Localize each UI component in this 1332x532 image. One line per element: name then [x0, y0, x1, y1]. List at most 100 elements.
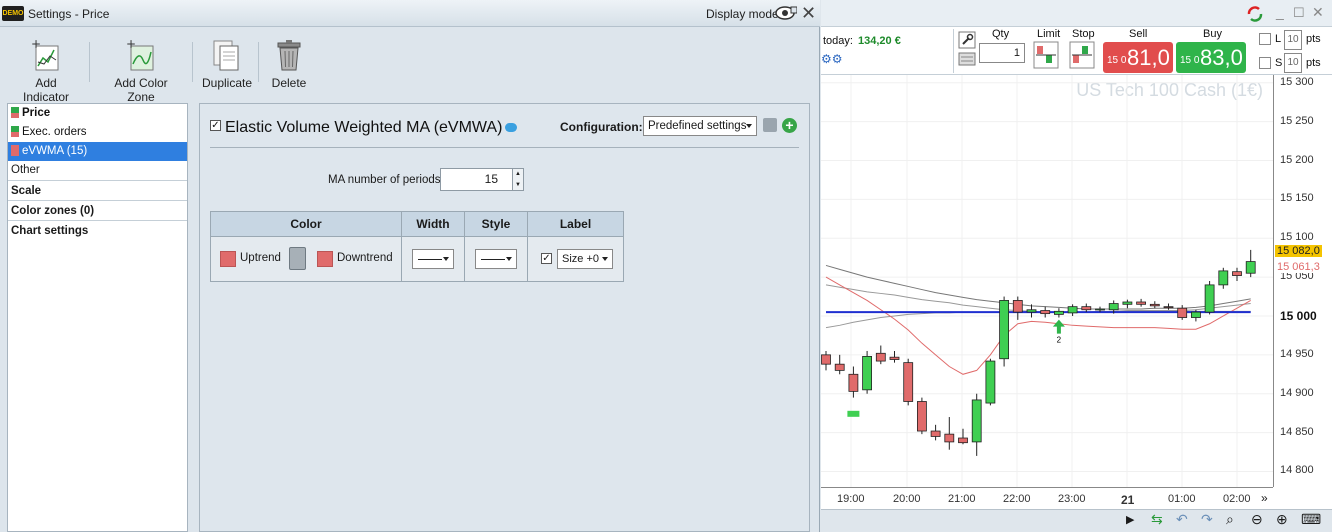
- keyboard-shortcuts-icon[interactable]: ⌨: [1301, 511, 1321, 528]
- uptrend-color-swatch[interactable]: [220, 251, 236, 267]
- color-cell: Uptrend Downtrend: [211, 237, 402, 281]
- candlestick: [1218, 267, 1229, 289]
- configuration-select[interactable]: Predefined settings: [643, 116, 757, 136]
- time-axis-tick: 22:00: [1003, 493, 1031, 505]
- add-color-zone-label: Add Color Zone: [114, 76, 168, 104]
- minimize-icon[interactable]: _: [1276, 4, 1284, 20]
- scroll-right-icon[interactable]: ▶: [1126, 513, 1134, 526]
- qty-input[interactable]: 1: [979, 43, 1025, 63]
- add-indicator-button[interactable]: + Add Indicator: [12, 38, 80, 104]
- tree-item-label: eVWMA (15): [22, 145, 88, 157]
- buy-order-marker-icon[interactable]: [1052, 319, 1065, 334]
- settings-gears-icon[interactable]: ⚙⚙: [821, 52, 843, 66]
- label-size-select[interactable]: Size +0: [557, 249, 613, 269]
- undo-icon[interactable]: ↶: [1176, 511, 1188, 528]
- delete-button[interactable]: Delete: [270, 38, 308, 90]
- width-cell: [402, 237, 465, 281]
- close-window-icon[interactable]: ✕: [1312, 4, 1324, 21]
- configuration-value: Predefined settings: [648, 120, 747, 132]
- redo-icon[interactable]: ↷: [1201, 511, 1213, 528]
- tree-item-other[interactable]: Other: [8, 161, 187, 180]
- add-config-icon[interactable]: +: [782, 118, 797, 133]
- link-colors-icon[interactable]: [289, 247, 306, 270]
- candle-body: [862, 356, 872, 391]
- s-checkbox[interactable]: [1259, 57, 1271, 69]
- uptrend-label: Uptrend: [240, 252, 281, 264]
- sell-label: Sell: [1129, 28, 1148, 40]
- trash-icon: [277, 40, 301, 71]
- refresh-icon[interactable]: [1245, 4, 1265, 24]
- display-mode-label[interactable]: Display mode: [706, 7, 779, 21]
- indicator-line: [825, 264, 1251, 310]
- save-icon[interactable]: [763, 118, 777, 132]
- stepper-down-icon[interactable]: ▼: [513, 180, 523, 191]
- zoom-out-icon[interactable]: ⊖: [1251, 511, 1263, 528]
- qty-label: Qty: [992, 28, 1010, 40]
- keyboard-icon[interactable]: [958, 52, 976, 66]
- buy-label: Buy: [1203, 28, 1222, 40]
- svg-text:+: +: [31, 38, 41, 51]
- trading-window: _ ☐ ✕ today: 134,20 € ⚙⚙ Qty 1 Limit Sto…: [821, 0, 1332, 532]
- limit-order-icon[interactable]: [1033, 41, 1059, 69]
- indicator-enabled-checkbox[interactable]: ✓: [210, 120, 221, 132]
- stepper-up-icon[interactable]: ▲: [513, 169, 523, 180]
- width-select[interactable]: [412, 249, 454, 269]
- wrench-icon[interactable]: [958, 31, 976, 49]
- candle-body: [1067, 306, 1078, 314]
- candlestick: [917, 397, 927, 435]
- add-color-zone-button[interactable]: + Add Color Zone: [100, 38, 182, 104]
- downtrend-color-swatch[interactable]: [317, 251, 333, 267]
- buy-button[interactable]: 15 0 83,0: [1176, 42, 1246, 73]
- l-checkbox[interactable]: [1259, 33, 1271, 45]
- candle-body: [917, 401, 927, 432]
- close-icon[interactable]: ✕: [801, 3, 816, 24]
- fit-icon[interactable]: ⇆: [1151, 511, 1163, 528]
- tree-item-evwma[interactable]: eVWMA (15): [8, 142, 187, 161]
- dialog-titlebar: DEMO Settings - Price Display mode ✕: [0, 0, 820, 27]
- style-cell: [465, 237, 528, 281]
- price-axis-tick: 14 850: [1280, 425, 1314, 438]
- style-table: Color Width Style Label Uptrend Downtren…: [210, 211, 624, 282]
- price-axis[interactable]: 15 300 15 250 15 200 15 150 15 100 15 050 15 0…: [1273, 75, 1332, 487]
- chevron-down-icon: [746, 124, 752, 128]
- candle-body: [1190, 311, 1201, 318]
- candlestick: [1232, 267, 1242, 281]
- s-pts-input[interactable]: 10: [1284, 53, 1302, 73]
- tree-section-color-zones[interactable]: Color zones (0): [8, 200, 187, 220]
- price-axis-tick: 14 800: [1280, 464, 1314, 477]
- ma-periods-stepper[interactable]: ▲ ▼: [512, 168, 524, 191]
- l-pts-input[interactable]: 10: [1284, 30, 1302, 50]
- time-axis-tick: 20:00: [893, 493, 921, 505]
- price-chart[interactable]: US Tech 100 Cash (1€) 2: [821, 75, 1273, 487]
- ma-periods-input[interactable]: 15: [440, 168, 514, 191]
- maximize-icon[interactable]: ☐: [1293, 5, 1305, 21]
- candlestick: [889, 350, 900, 363]
- dialog-toolbar: + Add Indicator + Add Color Zone Duplica…: [0, 28, 820, 104]
- display-mode-eye-icon[interactable]: [775, 5, 797, 21]
- candle-body: [944, 433, 955, 443]
- candlestick: [903, 358, 914, 406]
- tree-section-chart-settings[interactable]: Chart settings: [8, 220, 187, 240]
- style-select[interactable]: [475, 249, 517, 269]
- tree-item-exec-orders[interactable]: Exec. orders: [8, 123, 187, 142]
- chart-scrollbar[interactable]: ▶ ⇆ ↶ ↷ ⌕ ⊖ ⊕ ⌨: [821, 509, 1332, 532]
- scroll-forward-icon[interactable]: »: [1261, 491, 1268, 505]
- trading-titlebar: _ ☐ ✕: [821, 0, 1332, 27]
- time-axis[interactable]: 19:00 20:00 21:00 22:00 23:00 21 01:00 02:00 »: [821, 487, 1273, 509]
- candle-body: [985, 360, 996, 404]
- stop-order-icon[interactable]: [1069, 41, 1095, 69]
- tree-item-price[interactable]: Price: [8, 104, 187, 123]
- zoom-box-icon[interactable]: ⌕: [1226, 511, 1234, 528]
- sell-button[interactable]: 15 0 81,0: [1103, 42, 1173, 73]
- label-checkbox[interactable]: ✓: [541, 253, 552, 264]
- candle-body: [1204, 284, 1215, 313]
- duplicate-button[interactable]: Duplicate: [202, 38, 252, 90]
- candlestick: [821, 350, 831, 371]
- tree-section-scale[interactable]: Scale: [8, 180, 187, 200]
- execution-marker: [847, 410, 860, 417]
- zoom-in-icon[interactable]: ⊕: [1276, 511, 1288, 528]
- candle-body: [1122, 301, 1133, 305]
- price-axis-tick: 15 250: [1280, 114, 1314, 127]
- info-bubble-icon[interactable]: [505, 123, 518, 133]
- demo-badge: DEMO: [2, 6, 24, 21]
